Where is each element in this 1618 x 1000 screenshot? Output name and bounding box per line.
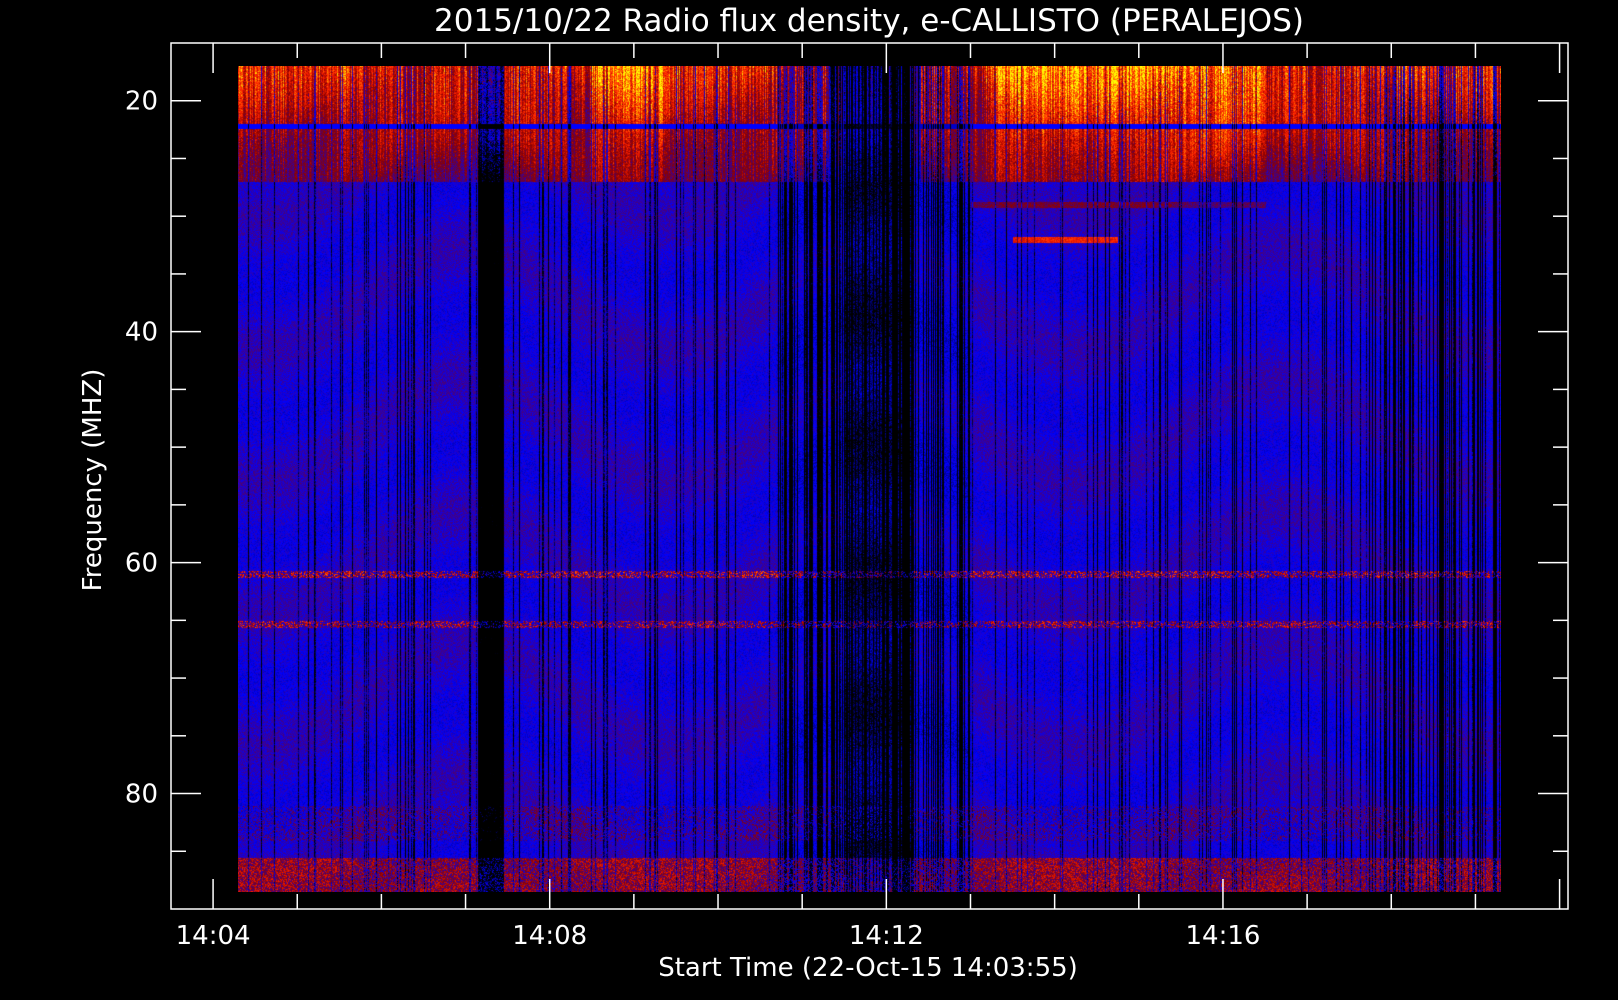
y-tick-label: 20 [125,87,158,117]
y-axis-label: Frequency (MHZ) [78,369,108,592]
y-tick-label: 80 [125,780,158,810]
y-axis-tick-labels: 20 40 60 80 [125,87,158,810]
x-tick-label: 14:04 [176,921,251,951]
y-tick-label: 60 [125,549,158,579]
x-tick-label: 14:12 [849,921,924,951]
heatmap-canvas-holder [238,66,1501,892]
spectrogram-chart: 2015/10/22 Radio flux density, e-CALLIST… [78,3,1569,983]
x-tick-label: 14:08 [512,921,587,951]
x-axis-tick-labels: 14:04 14:08 14:12 14:16 [176,921,1261,951]
x-tick-label: 14:16 [1185,921,1260,951]
y-tick-label: 40 [125,318,158,348]
heatmap-canvas [238,66,1501,892]
heatmap-area [238,66,1501,892]
x-axis-label: Start Time (22-Oct-15 14:03:55) [658,953,1078,983]
chart-title: 2015/10/22 Radio flux density, e-CALLIST… [434,3,1304,39]
